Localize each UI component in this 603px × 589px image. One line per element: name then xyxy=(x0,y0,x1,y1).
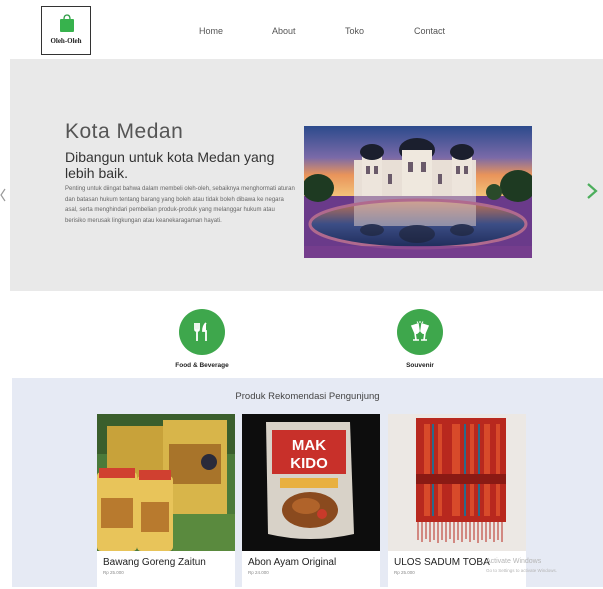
section-heading: Produk Rekomendasi Pengunjung xyxy=(235,391,380,402)
product-image-ulos xyxy=(388,414,526,551)
category-label: Food & Beverage xyxy=(175,362,229,369)
cheers-glasses-icon xyxy=(397,309,443,355)
product-price: Rp 25.000 xyxy=(394,570,415,575)
utensils-icon xyxy=(179,309,225,355)
product-image-bawang-goreng xyxy=(97,414,235,551)
product-card[interactable]: MAK KIDO Abon Ayam Original Rp 24.000 xyxy=(242,414,380,589)
hero-subtitle: Dibangun untuk kota Medan yang lebih bai… xyxy=(65,149,275,181)
site-header: Oleh-Oleh Home About Toko Contact xyxy=(0,0,603,60)
shopping-bag-icon xyxy=(60,14,74,32)
site-logo[interactable]: Oleh-Oleh xyxy=(41,6,91,55)
chevron-right-icon[interactable] xyxy=(585,181,599,201)
watermark-title: Activate Windows xyxy=(486,558,542,565)
hero-title: Kota Medan xyxy=(65,120,184,143)
product-price: Rp 24.000 xyxy=(248,570,269,575)
chevron-left-icon[interactable] xyxy=(0,185,6,205)
nav-home[interactable]: Home xyxy=(199,26,223,36)
watermark-subtitle: Go to Settings to activate Windows. xyxy=(486,568,558,573)
hero-description: Penting untuk diingat bahwa dalam membel… xyxy=(65,186,295,224)
brand-label-top: MAK xyxy=(292,437,326,454)
category-label: Souvenir xyxy=(406,362,434,369)
activate-windows-watermark: Activate Windows Go to Settings to activ… xyxy=(486,557,557,575)
recommended-products-section: Produk Rekomendasi Pengunjung Bawang Gor… xyxy=(12,378,603,589)
hero-carousel: Kota Medan Dibangun untuk kota Medan yan… xyxy=(10,59,603,291)
logo-text: Oleh-Oleh xyxy=(50,37,82,45)
product-image-abon-ayam: MAK KIDO xyxy=(242,414,380,551)
product-name: ULOS SADUM TOBA xyxy=(394,557,490,568)
mosque-image xyxy=(304,126,532,258)
category-food-beverage[interactable]: Food & Beverage xyxy=(170,309,234,369)
product-name: Abon Ayam Original xyxy=(248,557,337,568)
product-price: Rp 25.000 xyxy=(103,570,124,575)
brand-label-bottom: KIDO xyxy=(290,455,328,472)
product-name: Bawang Goreng Zaitun xyxy=(103,557,206,568)
nav-about[interactable]: About xyxy=(272,26,296,36)
category-souvenir[interactable]: Souvenir xyxy=(390,309,450,369)
nav-contact[interactable]: Contact xyxy=(414,26,445,36)
product-card[interactable]: Bawang Goreng Zaitun Rp 25.000 xyxy=(97,414,235,589)
nav-toko[interactable]: Toko xyxy=(345,26,364,36)
